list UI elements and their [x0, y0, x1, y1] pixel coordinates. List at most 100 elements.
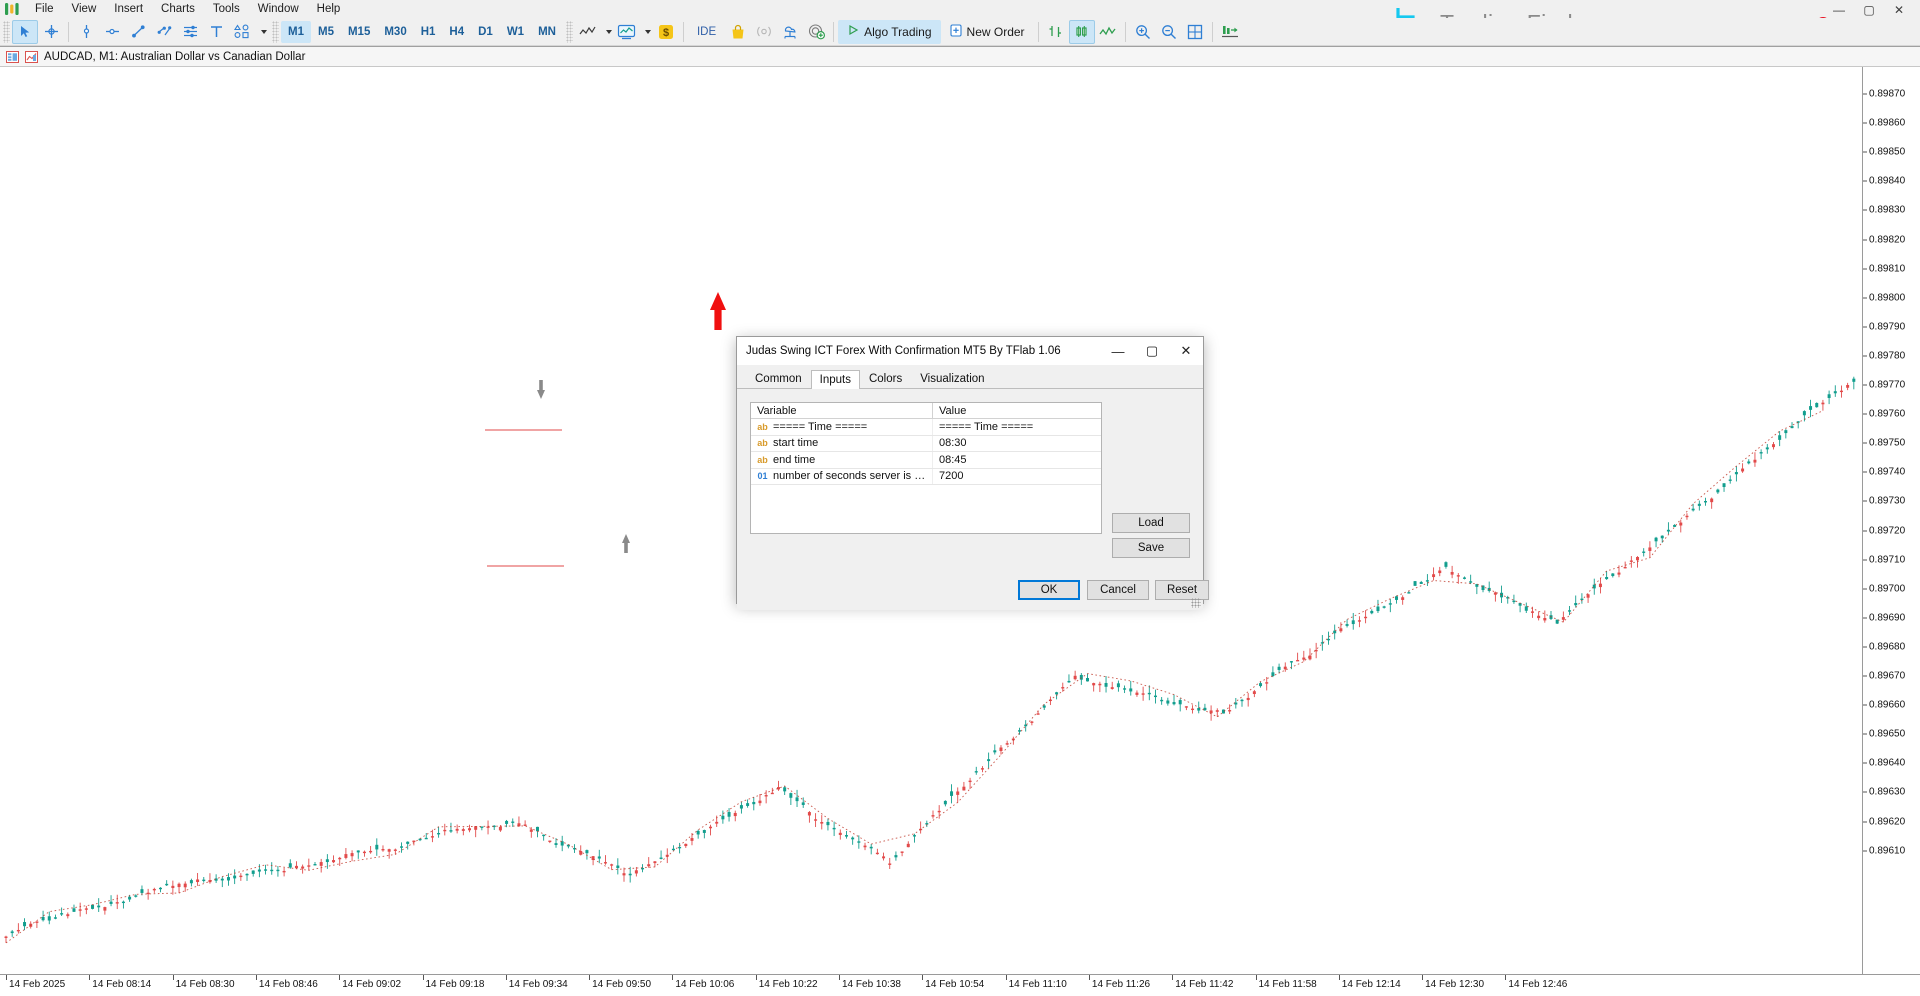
- menu-view[interactable]: View: [63, 0, 106, 18]
- menu-window[interactable]: Window: [249, 0, 308, 18]
- tab-common[interactable]: Common: [746, 369, 811, 388]
- auto-scroll-icon[interactable]: [1217, 20, 1243, 44]
- time-tick: [173, 975, 174, 980]
- menu-insert[interactable]: Insert: [105, 0, 152, 18]
- dialog-maximize-button[interactable]: ▢: [1135, 338, 1169, 365]
- price-axis-label: 0.89860: [1869, 118, 1905, 129]
- timeframe-d1-button[interactable]: D1: [471, 21, 500, 43]
- zoom-in-icon[interactable]: [1130, 20, 1156, 44]
- toolbar-grip-3[interactable]: [566, 21, 573, 43]
- price-axis-label: 0.89830: [1869, 205, 1905, 216]
- crosshair-tool-button[interactable]: [38, 20, 64, 44]
- price-axis-label: 0.89710: [1869, 554, 1905, 565]
- timeframe-m1-button[interactable]: M1: [281, 21, 311, 43]
- menu-help[interactable]: Help: [308, 0, 350, 18]
- time-axis-label: 14 Feb 12:14: [1342, 979, 1401, 990]
- time-axis[interactable]: 14 Feb 202514 Feb 08:1414 Feb 08:3014 Fe…: [0, 974, 1920, 996]
- market-bag-icon[interactable]: [725, 20, 751, 44]
- toolbar-grip[interactable]: [3, 21, 10, 43]
- cancel-button[interactable]: Cancel: [1087, 580, 1149, 600]
- bar-chart-icon[interactable]: [1043, 20, 1069, 44]
- menu-file[interactable]: File: [26, 0, 63, 18]
- text-tool-button[interactable]: [203, 20, 229, 44]
- grid-icon[interactable]: [1182, 20, 1208, 44]
- table-row[interactable]: ab end time 08:45: [751, 452, 1101, 469]
- reset-button[interactable]: Reset: [1155, 580, 1209, 600]
- trendline-tool-button[interactable]: [125, 20, 151, 44]
- indicators-dropdown-button[interactable]: [601, 20, 614, 44]
- vertical-line-tool-button[interactable]: [73, 20, 99, 44]
- shapes-tool-button[interactable]: [229, 20, 255, 44]
- price-tick: [1863, 472, 1867, 473]
- table-row[interactable]: 01 number of seconds server is ahead (ba…: [751, 469, 1101, 486]
- dialog-resize-handle[interactable]: [1191, 598, 1201, 608]
- cursor-tool-button[interactable]: [12, 20, 38, 44]
- table-row[interactable]: ab ===== Time ===== ===== Time =====: [751, 419, 1101, 436]
- menu-charts[interactable]: Charts: [152, 0, 204, 18]
- vps-cloud-icon[interactable]: [777, 20, 803, 44]
- menu-tools[interactable]: Tools: [204, 0, 249, 18]
- tab-colors[interactable]: Colors: [860, 369, 911, 388]
- time-axis-label: 14 Feb 12:30: [1425, 979, 1484, 990]
- timeframe-w1-button[interactable]: W1: [500, 21, 531, 43]
- maximize-button[interactable]: ▢: [1854, 2, 1884, 18]
- close-button[interactable]: ✕: [1884, 2, 1914, 18]
- ide-button[interactable]: IDE: [688, 20, 725, 44]
- horizontal-line-tool-button[interactable]: [99, 20, 125, 44]
- timeframe-m15-button[interactable]: M15: [341, 21, 377, 43]
- line-chart-icon[interactable]: [1095, 20, 1121, 44]
- price-tick: [1863, 152, 1867, 153]
- row-value-cell[interactable]: 08:30: [933, 437, 1101, 449]
- time-tick: [256, 975, 257, 980]
- signals-icon[interactable]: [751, 20, 777, 44]
- timeframe-h4-button[interactable]: H4: [442, 21, 471, 43]
- price-axis-label: 0.89610: [1869, 845, 1905, 856]
- price-tick: [1863, 559, 1867, 560]
- price-axis[interactable]: 0.898700.898600.898500.898400.898300.898…: [1862, 67, 1920, 975]
- tab-visualization[interactable]: Visualization: [911, 369, 993, 388]
- polyline-tool-button[interactable]: [151, 20, 177, 44]
- dialog-close-button[interactable]: ✕: [1169, 338, 1203, 365]
- price-tick: [1863, 734, 1867, 735]
- minimize-button[interactable]: —: [1824, 2, 1854, 18]
- zoom-out-icon[interactable]: [1156, 20, 1182, 44]
- save-button[interactable]: Save: [1112, 538, 1190, 558]
- candlestick-icon[interactable]: [1069, 20, 1095, 44]
- dialog-minimize-button[interactable]: —: [1101, 338, 1135, 365]
- dollar-icon[interactable]: $: [653, 20, 679, 44]
- price-tick: [1863, 94, 1867, 95]
- price-axis-label: 0.89730: [1869, 496, 1905, 507]
- price-tick: [1863, 676, 1867, 677]
- row-value-cell[interactable]: ===== Time =====: [933, 421, 1101, 433]
- tab-inputs[interactable]: Inputs: [811, 370, 860, 389]
- ide-label: IDE: [697, 26, 716, 38]
- templates-icon[interactable]: [614, 20, 640, 44]
- price-tick: [1863, 821, 1867, 822]
- new-order-button[interactable]: New Order: [941, 20, 1034, 44]
- copy-trade-icon[interactable]: [803, 20, 829, 44]
- timeframe-m5-button[interactable]: M5: [311, 21, 341, 43]
- timeframe-h1-button[interactable]: H1: [414, 21, 443, 43]
- time-axis-label: 14 Feb 10:54: [925, 979, 984, 990]
- price-axis-label: 0.89640: [1869, 758, 1905, 769]
- row-variable-cell: ab ===== Time =====: [751, 419, 933, 435]
- inputs-grid[interactable]: Variable Value ab ===== Time ===== =====…: [750, 402, 1102, 534]
- levels-tool-button[interactable]: [177, 20, 203, 44]
- toolbar-grip-2[interactable]: [272, 21, 279, 43]
- table-row[interactable]: ab start time 08:30: [751, 436, 1101, 453]
- algo-trading-button[interactable]: Algo Trading: [838, 20, 940, 44]
- dialog-title-bar[interactable]: Judas Swing ICT Forex With Confirmation …: [737, 337, 1203, 365]
- row-variable-cell: 01 number of seconds server is ahead (ba…: [751, 469, 933, 485]
- shapes-dropdown-button[interactable]: [255, 20, 269, 44]
- indicators-icon[interactable]: [575, 20, 601, 44]
- ok-button[interactable]: OK: [1018, 580, 1080, 600]
- row-value-cell[interactable]: 7200: [933, 470, 1101, 482]
- timeframe-mn-button[interactable]: MN: [531, 21, 563, 43]
- price-axis-label: 0.89650: [1869, 729, 1905, 740]
- load-button[interactable]: Load: [1112, 513, 1190, 533]
- templates-dropdown-button[interactable]: [640, 20, 653, 44]
- time-axis-label: 14 Feb 10:38: [842, 979, 901, 990]
- timeframe-m30-button[interactable]: M30: [377, 21, 413, 43]
- time-tick: [672, 975, 673, 980]
- row-value-cell[interactable]: 08:45: [933, 454, 1101, 466]
